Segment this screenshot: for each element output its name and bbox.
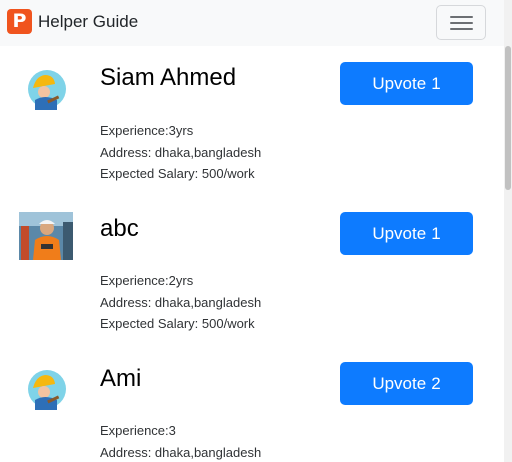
- worker-photo: [19, 212, 73, 260]
- helper-name: Siam Ahmed: [100, 64, 237, 91]
- upvote-button[interactable]: Upvote 1: [340, 212, 473, 255]
- upvote-button[interactable]: Upvote 1: [340, 62, 473, 105]
- worker-cartoon-icon: [19, 64, 73, 112]
- helper-experience: Experience:3yrs: [100, 123, 194, 138]
- helper-address: Address: dhaka,bangladesh: [100, 445, 262, 460]
- scrollbar-thumb[interactable]: [505, 46, 511, 190]
- helper-card: Siam Ahmed Upvote 1 Experience:3yrs Addr…: [0, 0, 504, 181]
- helper-experience: Experience:3: [100, 423, 176, 438]
- upvote-label: Upvote: [372, 73, 427, 93]
- upvote-button[interactable]: Upvote 2: [340, 362, 473, 405]
- helper-name: abc: [100, 215, 139, 242]
- helper-card: Ami Upvote 2 Experience:3 Address: dhaka…: [0, 300, 504, 460]
- upvote-label: Upvote: [372, 223, 427, 243]
- upvote-count: 1: [431, 223, 441, 243]
- helper-name: Ami: [100, 365, 142, 392]
- upvote-count: 2: [431, 373, 441, 393]
- worker-cartoon-icon: [19, 364, 73, 412]
- helper-card: abc Upvote 1 Experience:2yrs Address: dh…: [0, 150, 504, 331]
- helper-guide-page: P Helper Guide Siam Ahmed Upvote 1 Exper…: [0, 0, 512, 462]
- page-scrollbar[interactable]: [504, 0, 512, 462]
- helper-experience: Experience:2yrs: [100, 273, 194, 288]
- upvote-count: 1: [431, 73, 441, 93]
- upvote-label: Upvote: [372, 373, 427, 393]
